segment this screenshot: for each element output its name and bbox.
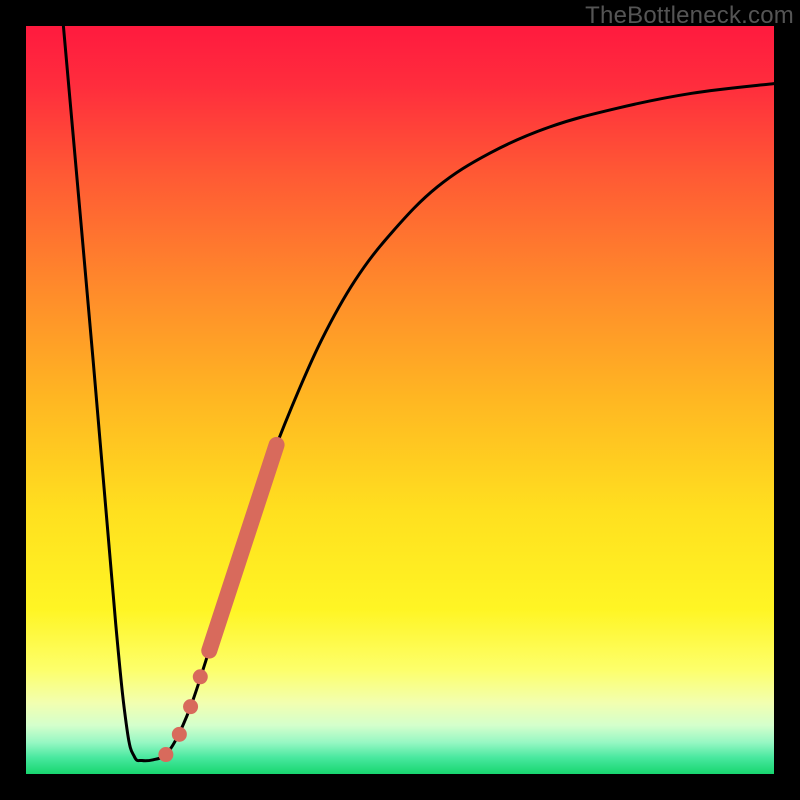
watermark-text: TheBottleneck.com	[585, 2, 794, 30]
plot-area	[26, 26, 774, 774]
gradient-background	[26, 26, 774, 774]
bottom-dot	[158, 747, 173, 762]
gap-dot-lower	[172, 727, 187, 742]
gap-dot-upper	[193, 669, 208, 684]
chart-svg	[26, 26, 774, 774]
gap-dot-mid	[183, 699, 198, 714]
chart-frame: TheBottleneck.com	[0, 0, 800, 800]
